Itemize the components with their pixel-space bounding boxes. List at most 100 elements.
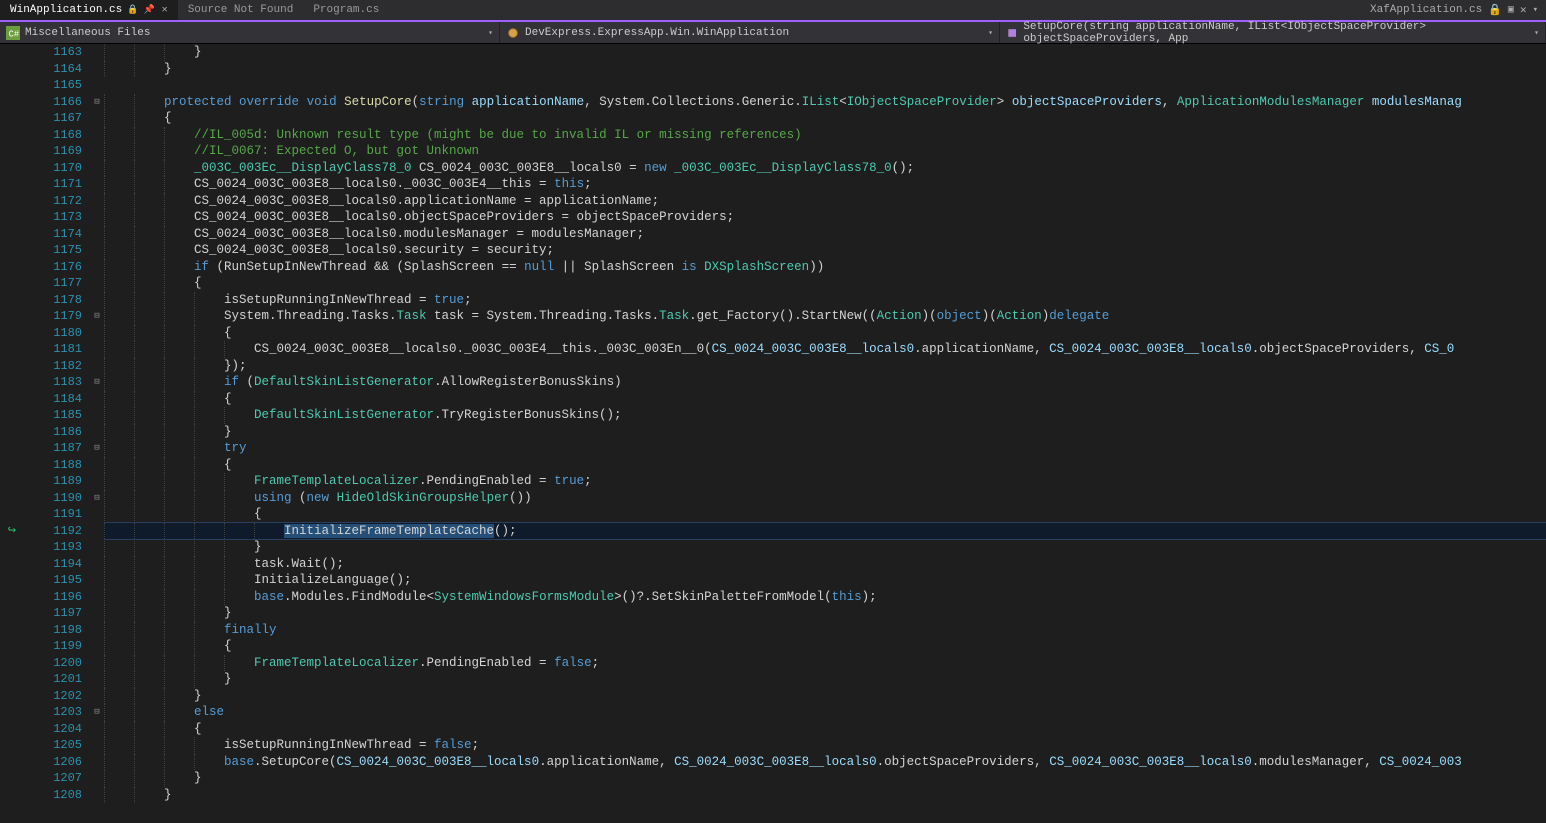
- code-line[interactable]: if (RunSetupInNewThread && (SplashScreen…: [104, 259, 1546, 276]
- code-line[interactable]: }: [104, 61, 1546, 78]
- code-line[interactable]: //IL_0067: Expected O, but got Unknown: [104, 143, 1546, 160]
- line-number: 1171: [24, 176, 82, 193]
- code-line[interactable]: CS_0024_003C_003E8__locals0._003C_003E4_…: [104, 341, 1546, 358]
- code-line[interactable]: }: [104, 770, 1546, 787]
- code-line[interactable]: protected override void SetupCore(string…: [104, 94, 1546, 111]
- line-number: 1203: [24, 704, 82, 721]
- code-line[interactable]: using (new HideOldSkinGroupsHelper()): [104, 490, 1546, 507]
- line-number: 1193: [24, 539, 82, 556]
- line-number: 1185: [24, 407, 82, 424]
- promote-icon[interactable]: ▣: [1508, 4, 1514, 16]
- nav-class-label: DevExpress.ExpressApp.Win.WinApplication: [525, 27, 789, 39]
- code-line[interactable]: base.Modules.FindModule<SystemWindowsFor…: [104, 589, 1546, 606]
- code-line[interactable]: }: [104, 688, 1546, 705]
- line-number: 1197: [24, 605, 82, 622]
- tab-program[interactable]: Program.cs: [303, 0, 389, 20]
- tab-winapplication[interactable]: WinApplication.cs 🔒 📌 ✕: [0, 0, 178, 20]
- line-number: 1194: [24, 556, 82, 573]
- outlining-margin[interactable]: ⊟ ⊟ ⊟ ⊟ ⊟ ⊟: [90, 44, 104, 823]
- line-number: 1195: [24, 572, 82, 589]
- code-line[interactable]: InitializeLanguage();: [104, 572, 1546, 589]
- code-line[interactable]: isSetupRunningInNewThread = false;: [104, 737, 1546, 754]
- fold-toggle[interactable]: ⊟: [90, 308, 104, 325]
- fold-toggle[interactable]: ⊟: [90, 490, 104, 507]
- chevron-down-icon: ▾: [488, 28, 493, 38]
- close-icon[interactable]: ✕: [1520, 3, 1527, 17]
- code-line[interactable]: else: [104, 704, 1546, 721]
- code-line[interactable]: {: [104, 506, 1546, 523]
- code-line[interactable]: [104, 77, 1546, 94]
- code-line[interactable]: }: [104, 787, 1546, 804]
- code-line[interactable]: }: [104, 424, 1546, 441]
- code-line[interactable]: CS_0024_003C_003E8__locals0.modulesManag…: [104, 226, 1546, 243]
- line-number: 1165: [24, 77, 82, 94]
- document-tab-bar: WinApplication.cs 🔒 📌 ✕ Source Not Found…: [0, 0, 1546, 22]
- code-line[interactable]: {: [104, 721, 1546, 738]
- code-line[interactable]: finally: [104, 622, 1546, 639]
- code-line[interactable]: {: [104, 391, 1546, 408]
- code-line[interactable]: System.Threading.Tasks.Task task = Syste…: [104, 308, 1546, 325]
- code-line[interactable]: CS_0024_003C_003E8__locals0.security = s…: [104, 242, 1546, 259]
- code-editor[interactable]: ↪ 11631164116511661167116811691170117111…: [0, 44, 1546, 823]
- code-line[interactable]: }: [104, 671, 1546, 688]
- tab-label: Source Not Found: [188, 4, 294, 16]
- line-number: 1201: [24, 671, 82, 688]
- code-line[interactable]: isSetupRunningInNewThread = true;: [104, 292, 1546, 309]
- code-line[interactable]: if (DefaultSkinListGenerator.AllowRegist…: [104, 374, 1546, 391]
- code-line[interactable]: InitializeFrameTemplateCache();: [104, 523, 1546, 540]
- tab-source-not-found[interactable]: Source Not Found: [178, 0, 304, 20]
- nav-method-label: SetupCore(string applicationName, IList<…: [1023, 21, 1529, 45]
- code-line[interactable]: CS_0024_003C_003E8__locals0.objectSpaceP…: [104, 209, 1546, 226]
- tab-label: Program.cs: [313, 4, 379, 16]
- code-area[interactable]: }} protected override void SetupCore(stri…: [104, 44, 1546, 823]
- line-number: 1200: [24, 655, 82, 672]
- code-line[interactable]: base.SetupCore(CS_0024_003C_003E8__local…: [104, 754, 1546, 771]
- close-icon[interactable]: ✕: [162, 4, 168, 16]
- csharp-file-icon: C#: [6, 26, 20, 40]
- code-line[interactable]: {: [104, 275, 1546, 292]
- line-number: 1183: [24, 374, 82, 391]
- line-number: 1164: [24, 61, 82, 78]
- nav-project-dropdown[interactable]: C# Miscellaneous Files ▾: [0, 22, 500, 43]
- line-number: 1170: [24, 160, 82, 177]
- code-line[interactable]: DefaultSkinListGenerator.TryRegisterBonu…: [104, 407, 1546, 424]
- code-line[interactable]: //IL_005d: Unknown result type (might be…: [104, 127, 1546, 144]
- fold-toggle[interactable]: ⊟: [90, 374, 104, 391]
- dropdown-icon[interactable]: ▾: [1533, 5, 1538, 15]
- code-line[interactable]: }: [104, 44, 1546, 61]
- lock-icon: 🔒: [127, 5, 138, 15]
- line-number: 1173: [24, 209, 82, 226]
- code-line[interactable]: {: [104, 325, 1546, 342]
- code-line[interactable]: {: [104, 110, 1546, 127]
- line-number: 1186: [24, 424, 82, 441]
- line-number: 1189: [24, 473, 82, 490]
- nav-class-dropdown[interactable]: DevExpress.ExpressApp.Win.WinApplication…: [500, 22, 1000, 43]
- indicator-margin: ↪: [0, 44, 24, 823]
- code-line[interactable]: try: [104, 440, 1546, 457]
- line-number: 1191: [24, 506, 82, 523]
- line-number: 1178: [24, 292, 82, 309]
- code-line[interactable]: {: [104, 457, 1546, 474]
- code-line[interactable]: {: [104, 638, 1546, 655]
- code-line[interactable]: });: [104, 358, 1546, 375]
- code-line[interactable]: }: [104, 605, 1546, 622]
- code-line[interactable]: task.Wait();: [104, 556, 1546, 573]
- preview-tab[interactable]: XafApplication.cs 🔒 ▣ ✕ ▾: [1362, 3, 1546, 17]
- nav-method-dropdown[interactable]: SetupCore(string applicationName, IList<…: [1000, 22, 1546, 43]
- code-line[interactable]: FrameTemplateLocalizer.PendingEnabled = …: [104, 473, 1546, 490]
- fold-toggle[interactable]: ⊟: [90, 440, 104, 457]
- line-number: 1174: [24, 226, 82, 243]
- code-line[interactable]: _003C_003Ec__DisplayClass78_0 CS_0024_00…: [104, 160, 1546, 177]
- fold-toggle[interactable]: ⊟: [90, 704, 104, 721]
- line-number: 1202: [24, 688, 82, 705]
- code-line[interactable]: CS_0024_003C_003E8__locals0.applicationN…: [104, 193, 1546, 210]
- fold-toggle[interactable]: ⊟: [90, 94, 104, 111]
- code-line[interactable]: }: [104, 539, 1546, 556]
- line-number: 1168: [24, 127, 82, 144]
- line-number: 1204: [24, 721, 82, 738]
- code-line[interactable]: CS_0024_003C_003E8__locals0._003C_003E4_…: [104, 176, 1546, 193]
- line-number: 1206: [24, 754, 82, 771]
- nav-project-label: Miscellaneous Files: [25, 27, 150, 39]
- pin-icon[interactable]: 📌: [143, 5, 154, 15]
- code-line[interactable]: FrameTemplateLocalizer.PendingEnabled = …: [104, 655, 1546, 672]
